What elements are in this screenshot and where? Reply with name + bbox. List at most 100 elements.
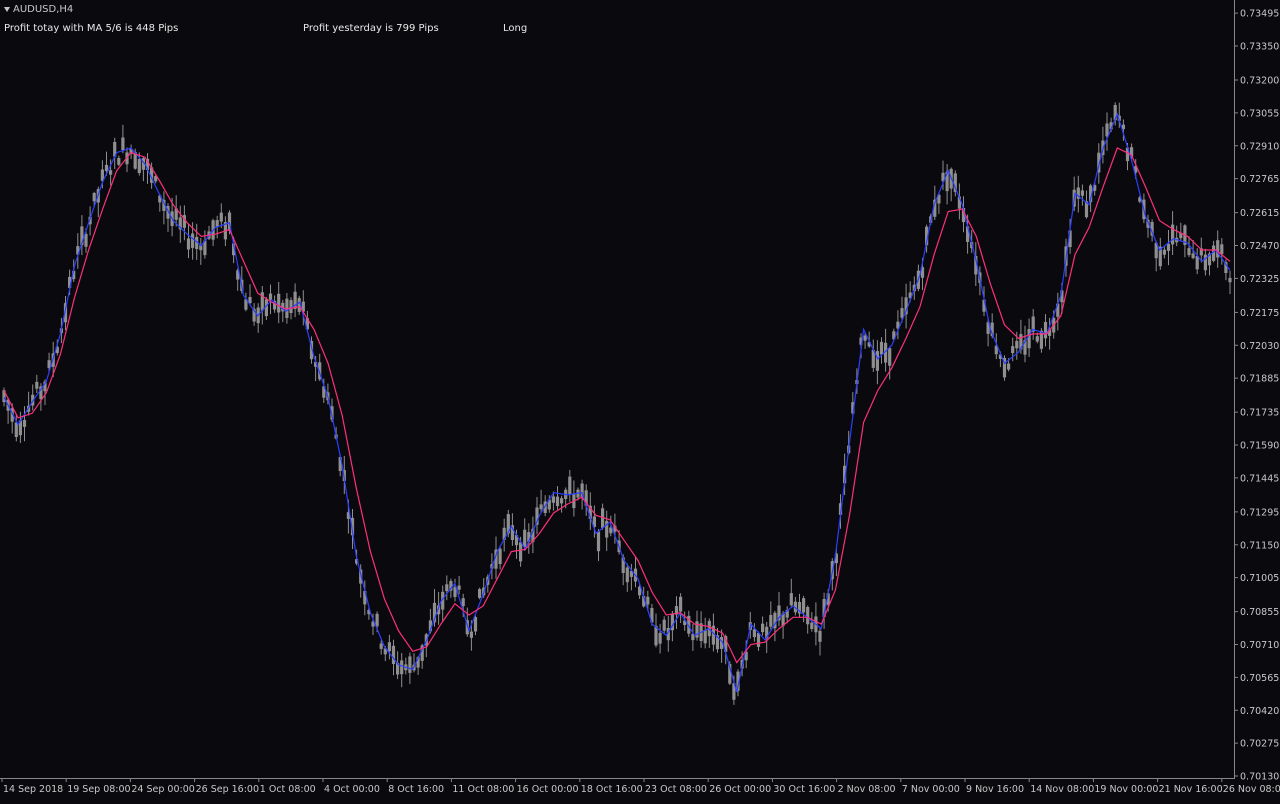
price-chart[interactable]: 0.73495 0.73350 0.73200 0.73055 0.72910 0.727… — [0, 0, 1280, 800]
candle-body — [568, 476, 572, 494]
candle-body — [551, 496, 555, 503]
candle-body — [658, 632, 662, 644]
candle-body — [457, 585, 461, 590]
candle-body — [703, 630, 707, 644]
symbol-text: AUDUSD,H4 — [13, 4, 74, 15]
time-tick-label: 26 Oct 00:00 — [709, 784, 771, 795]
time-tick-label: 14 Nov 08:00 — [1030, 784, 1094, 795]
candle-body — [523, 529, 527, 547]
price-tick-label: 0.73200 — [1240, 76, 1279, 87]
candle-body — [539, 504, 543, 510]
price-tick-label: 0.71150 — [1240, 540, 1279, 551]
time-tick-label: 9 Nov 16:00 — [966, 784, 1024, 795]
price-tick-label: 0.72910 — [1240, 141, 1279, 152]
candle-body — [1007, 363, 1011, 370]
chart-canvas[interactable]: 0.73495 0.73350 0.73200 0.73055 0.72910 0.727… — [0, 0, 1280, 800]
time-tick-label: 4 Oct 00:00 — [324, 784, 380, 795]
profit-today-text: Profit totay with MA 5/6 is 448 Pips — [4, 23, 179, 34]
price-tick-label: 0.73055 — [1240, 108, 1279, 119]
candle-body — [104, 164, 109, 171]
candle-body — [1228, 277, 1232, 283]
symbol-label[interactable]: AUDUSD,H4 — [4, 4, 73, 15]
candle-body — [391, 645, 396, 664]
candle-body — [478, 589, 482, 598]
candle-body — [646, 596, 650, 605]
candle-body — [186, 238, 191, 250]
price-tick-label: 0.72470 — [1240, 241, 1279, 252]
candle-body — [679, 596, 683, 612]
candle-body — [810, 622, 814, 629]
candle-body — [519, 542, 523, 562]
candle-body — [35, 381, 39, 389]
candle-body — [761, 623, 765, 633]
candle-body — [445, 584, 449, 592]
direction-text: Long — [503, 23, 528, 34]
price-tick-label: 0.73495 — [1240, 9, 1279, 20]
candle-body — [268, 293, 273, 300]
candle-body — [137, 159, 141, 173]
candle-body — [863, 335, 867, 341]
candle-body — [555, 496, 560, 507]
price-tick-label: 0.72325 — [1240, 274, 1279, 285]
candle-body — [654, 625, 658, 646]
candle-body — [875, 351, 879, 371]
candle-body — [769, 615, 773, 627]
candle-body — [109, 170, 113, 175]
candle-body — [1080, 190, 1084, 196]
candle-body — [818, 630, 822, 642]
candle-body — [879, 341, 884, 355]
candle-body — [469, 631, 473, 638]
candle-body — [219, 212, 223, 222]
time-tick-label: 19 Sep 08:00 — [67, 784, 130, 795]
price-tick-label: 0.72175 — [1240, 308, 1279, 319]
candle-body — [473, 617, 478, 632]
candle-body — [806, 607, 810, 625]
candle-body — [498, 548, 502, 564]
price-tick-label: 0.70275 — [1240, 739, 1279, 750]
candle-body — [789, 593, 793, 606]
candle-body — [121, 137, 125, 151]
candle-body — [596, 531, 601, 552]
price-tick-label: 0.70710 — [1240, 640, 1279, 651]
price-tick-label: 0.72030 — [1240, 341, 1279, 352]
time-tick-label: 23 Oct 08:00 — [645, 784, 707, 795]
candle-body — [92, 193, 96, 202]
candle-body — [1011, 346, 1015, 354]
candle-body — [1166, 243, 1171, 251]
candle-body — [1220, 244, 1224, 255]
candle-body — [752, 629, 756, 638]
candle-body — [191, 233, 195, 248]
time-tick-label: 14 Sep 2018 — [3, 784, 63, 795]
candle-body — [1195, 256, 1199, 270]
time-tick-label: 1 Oct 08:00 — [260, 784, 316, 795]
time-tick-label: 24 Sep 00:00 — [131, 784, 194, 795]
candle-body — [1015, 341, 1019, 349]
price-tick-label: 0.71445 — [1240, 473, 1279, 484]
candle-body — [408, 656, 412, 673]
time-tick-label: 26 Sep 16:00 — [196, 784, 259, 795]
dropdown-triangle-icon[interactable] — [4, 7, 10, 12]
candle-body — [277, 293, 281, 313]
time-tick-label: 11 Oct 08:00 — [452, 784, 514, 795]
candle-body — [387, 642, 391, 652]
time-tick-label: 18 Oct 16:00 — [581, 784, 643, 795]
time-tick-label: 26 Nov 08:00 — [1223, 784, 1280, 795]
candle-body — [400, 660, 404, 675]
candle-body — [1191, 253, 1195, 259]
candle-body — [461, 598, 465, 607]
price-tick-label: 0.73350 — [1240, 42, 1279, 53]
candle-body — [199, 245, 203, 251]
candle-body — [375, 613, 379, 627]
price-tick-label: 0.70420 — [1240, 706, 1279, 717]
candle-body — [1043, 322, 1048, 339]
price-tick-label: 0.70130 — [1240, 772, 1279, 783]
time-tick-label: 30 Oct 16:00 — [773, 784, 835, 795]
candle-body — [560, 498, 564, 504]
time-tick-label: 19 Nov 00:00 — [1094, 784, 1158, 795]
price-tick-label: 0.71735 — [1240, 408, 1279, 419]
candle-body — [662, 619, 666, 631]
candle-body — [802, 598, 806, 613]
candle-body — [1162, 249, 1166, 255]
price-tick-label: 0.71005 — [1240, 573, 1279, 584]
candle-body — [1187, 248, 1191, 256]
